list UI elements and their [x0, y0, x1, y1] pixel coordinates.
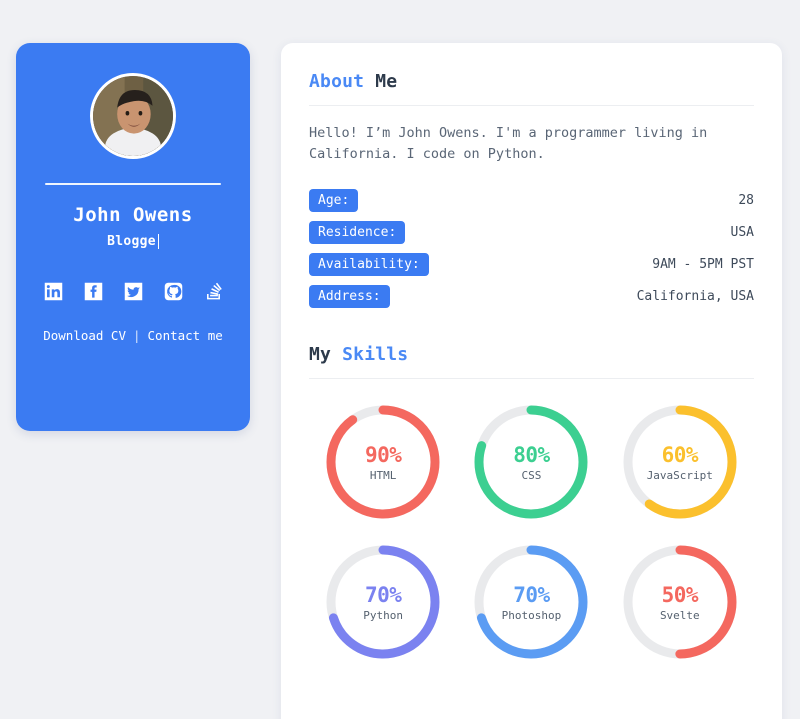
facebook-icon[interactable]: [83, 281, 104, 302]
typing-caret: [158, 234, 159, 249]
skills-title-rest: My: [309, 344, 331, 365]
ring-skill-name: HTML: [370, 469, 397, 482]
skill-ring-javascript: 60% JavaScript: [606, 401, 754, 523]
ring-percent: 90%: [365, 443, 401, 467]
ring-skill-name: Svelte: [660, 609, 700, 622]
download-cv-link[interactable]: Download CV: [43, 328, 126, 343]
about-paragraph: Hello! I’m John Owens. I'm a programmer …: [309, 123, 749, 165]
stackoverflow-icon[interactable]: [203, 281, 224, 302]
ring-label: 80% CSS: [470, 401, 592, 523]
about-section-title: About Me: [309, 71, 754, 92]
progress-ring: 80% CSS: [470, 401, 592, 523]
avatar: [90, 73, 176, 159]
skill-ring-html: 90% HTML: [309, 401, 457, 523]
page-title: John Owens: [73, 204, 192, 226]
about-title-accent: About: [309, 71, 364, 92]
progress-ring: 70% Python: [322, 541, 444, 663]
link-separator: |: [133, 328, 141, 343]
ring-skill-name: CSS: [522, 469, 542, 482]
twitter-icon[interactable]: [123, 281, 144, 302]
ring-label: 50% Svelte: [619, 541, 741, 663]
table-row: Residence: USA: [309, 216, 754, 248]
social-links: [43, 281, 224, 302]
info-label-age: Age:: [309, 189, 358, 212]
ring-skill-name: Python: [363, 609, 403, 622]
sidebar-actions: Download CV | Contact me: [43, 328, 223, 343]
info-label-residence: Residence:: [309, 221, 405, 244]
linkedin-icon[interactable]: [43, 281, 64, 302]
info-value-residence: USA: [731, 225, 754, 240]
ring-label: 70% Photoshop: [470, 541, 592, 663]
profile-sidebar-card: John Owens Blogge Download CV |: [16, 43, 250, 431]
portfolio-page: John Owens Blogge Download CV |: [0, 0, 800, 719]
profile-role-text: Blogge: [107, 234, 156, 249]
ring-skill-name: JavaScript: [647, 469, 713, 482]
progress-ring: 90% HTML: [322, 401, 444, 523]
ring-percent: 60%: [662, 443, 698, 467]
table-row: Age: 28: [309, 184, 754, 216]
progress-ring: 70% Photoshop: [470, 541, 592, 663]
skill-ring-photoshop: 70% Photoshop: [457, 541, 605, 663]
skills-section-title: My Skills: [309, 344, 754, 365]
progress-ring: 50% Svelte: [619, 541, 741, 663]
skill-ring-css: 80% CSS: [457, 401, 605, 523]
main-content-card: About Me Hello! I’m John Owens. I'm a pr…: [281, 43, 782, 719]
contact-me-link[interactable]: Contact me: [148, 328, 223, 343]
info-value-age: 28: [738, 193, 754, 208]
profile-role: Blogge: [107, 234, 159, 249]
skills-title-accent: Skills: [342, 344, 408, 365]
ring-label: 70% Python: [322, 541, 444, 663]
ring-label: 90% HTML: [322, 401, 444, 523]
info-label-availability: Availability:: [309, 253, 429, 276]
skills-grid: 90% HTML 80% CSS 60% JavaScript 70% Python 70% Ph…: [309, 401, 754, 663]
ring-percent: 70%: [365, 583, 401, 607]
about-info-list: Age: 28 Residence: USA Availability: 9AM…: [309, 184, 754, 312]
skill-ring-python: 70% Python: [309, 541, 457, 663]
progress-ring: 60% JavaScript: [619, 401, 741, 523]
ring-skill-name: Photoshop: [502, 609, 562, 622]
github-icon[interactable]: [163, 281, 184, 302]
info-value-address: California, USA: [637, 289, 754, 304]
table-row: Address: California, USA: [309, 280, 754, 312]
sidebar-divider: [45, 183, 221, 185]
ring-label: 60% JavaScript: [619, 401, 741, 523]
table-row: Availability: 9AM - 5PM PST: [309, 248, 754, 280]
about-title-rule: [309, 105, 754, 106]
info-label-address: Address:: [309, 285, 390, 308]
skills-title-rule: [309, 378, 754, 379]
skill-ring-svelte: 50% Svelte: [606, 541, 754, 663]
info-value-availability: 9AM - 5PM PST: [652, 257, 754, 272]
ring-percent: 50%: [662, 583, 698, 607]
about-title-rest: Me: [375, 71, 397, 92]
ring-percent: 80%: [513, 443, 549, 467]
ring-percent: 70%: [513, 583, 549, 607]
